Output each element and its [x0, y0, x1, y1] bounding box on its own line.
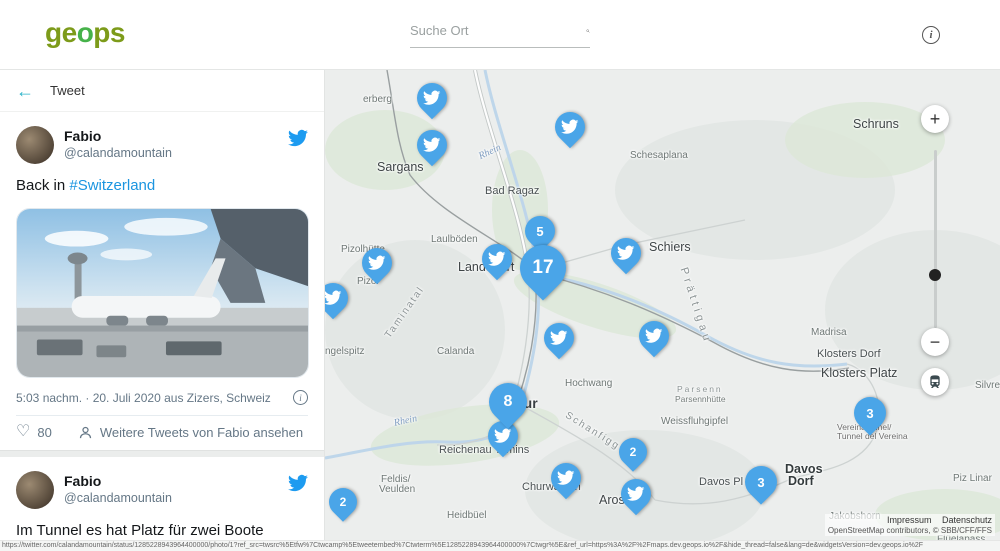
- tweet-marker[interactable]: [549, 106, 591, 148]
- info-icon[interactable]: i: [293, 390, 308, 405]
- search-input[interactable]: [410, 23, 586, 38]
- zoom-slider-track[interactable]: [934, 150, 937, 328]
- tweet-marker[interactable]: [605, 232, 647, 274]
- twitter-bird-icon[interactable]: [288, 473, 308, 493]
- map-markers-layer: 517 8 2 3 3 2: [325, 70, 1000, 551]
- person-icon: [78, 425, 93, 440]
- like-count: 80: [37, 425, 51, 440]
- tweet-card: Fabio @calandamountain Im Tunnel es hat …: [0, 457, 324, 551]
- tweet-marker[interactable]: [325, 277, 354, 319]
- airport-photo-illustration: [17, 209, 308, 377]
- cluster-count: 2: [329, 488, 357, 516]
- impressum-link[interactable]: Impressum: [887, 515, 932, 525]
- tweet-photo[interactable]: [16, 208, 309, 378]
- twitter-bird-icon: [417, 130, 447, 160]
- tweet-text: Back in #Switzerland: [16, 176, 308, 196]
- author-name: Fabio: [64, 128, 278, 144]
- hashtag-link[interactable]: #Switzerland: [69, 177, 155, 194]
- twitter-bird-icon[interactable]: [288, 128, 308, 148]
- card-separator: [0, 450, 324, 457]
- datenschutz-link[interactable]: Datenschutz: [942, 515, 992, 525]
- tweet-text: Im Tunnel es hat Platz für zwei Boote: [16, 521, 308, 541]
- twitter-bird-icon: [325, 283, 348, 313]
- cluster-count: 8: [489, 383, 527, 421]
- author-handle: @calandamountain: [64, 146, 278, 160]
- author-name: Fabio: [64, 473, 278, 489]
- panel-title: Tweet: [50, 83, 85, 98]
- info-icon[interactable]: i: [922, 26, 940, 44]
- tweet-card: Fabio @calandamountain Back in #Switzerl…: [0, 112, 324, 450]
- like-button[interactable]: ♡ 80: [16, 424, 52, 440]
- twitter-bird-icon: [482, 244, 512, 274]
- cluster-count: 5: [525, 216, 555, 246]
- author-handle: @calandamountain: [64, 491, 278, 505]
- status-url: https://twitter.com/calandamountain/stat…: [0, 541, 1000, 551]
- twitter-bird-icon: [621, 479, 651, 509]
- map-attribution: Impressum Datenschutz OpenStreetMap cont…: [825, 514, 995, 536]
- tweet-timestamp: 5:03 nachm. · 20. Juli 2020 aus Zizers, …: [16, 391, 271, 405]
- cluster-count: 3: [854, 397, 886, 429]
- zoom-in-button[interactable]: +: [921, 105, 949, 133]
- tweet-marker[interactable]: [476, 238, 518, 280]
- tweet-panel: ← Tweet Fabio @calandamountain Back in #…: [0, 70, 325, 551]
- cluster-count: 2: [619, 438, 647, 466]
- twitter-bird-icon: [488, 421, 518, 451]
- tweet-cluster-marker[interactable]: 3: [847, 390, 892, 435]
- zoom-out-button[interactable]: −: [921, 328, 949, 356]
- tweet-cluster-marker[interactable]: 3: [738, 459, 783, 504]
- tweet-marker[interactable]: [411, 124, 453, 166]
- train-icon: [927, 374, 943, 390]
- tweet-marker[interactable]: [633, 315, 675, 357]
- logo-text: ge: [45, 17, 77, 48]
- twitter-bird-icon: [611, 238, 641, 268]
- transit-layer-button[interactable]: [921, 368, 949, 396]
- avatar: [16, 471, 54, 509]
- cluster-count: 3: [745, 466, 777, 498]
- tweetmap-app: geops i ← Tweet Fabio @calandamountain B…: [0, 0, 1000, 551]
- heart-icon: ♡: [16, 424, 30, 440]
- tweet-marker[interactable]: [538, 317, 580, 359]
- cluster-count: 17: [520, 245, 566, 291]
- search-box: [410, 14, 590, 48]
- app-header: geops i: [0, 0, 1000, 70]
- divider: [16, 415, 308, 416]
- tweet-marker[interactable]: [615, 473, 657, 515]
- twitter-bird-icon: [555, 112, 585, 142]
- more-tweets-link[interactable]: Weitere Tweets von Fabio ansehen: [78, 425, 303, 440]
- back-arrow-icon[interactable]: ←: [16, 82, 34, 100]
- twitter-bird-icon: [639, 321, 669, 351]
- avatar: [16, 126, 54, 164]
- tweet-marker[interactable]: [545, 457, 587, 499]
- twitter-bird-icon: [544, 323, 574, 353]
- tweet-marker[interactable]: [356, 242, 398, 284]
- zoom-slider-handle[interactable]: [929, 269, 941, 281]
- twitter-bird-icon: [417, 83, 447, 113]
- attribution-copyright: OpenStreetMap contributors, © SBB/CFF/FF…: [828, 526, 992, 535]
- search-icon[interactable]: [586, 23, 590, 39]
- status-bar: https://twitter.com/calandamountain/stat…: [0, 540, 1000, 551]
- tweet-cluster-marker[interactable]: 2: [325, 482, 363, 522]
- map-canvas[interactable]: erbergSchrunsSargansRheinBad RagazSchesa…: [325, 70, 1000, 551]
- panel-header: ← Tweet: [0, 70, 324, 112]
- tweet-cluster-marker[interactable]: 17: [510, 235, 575, 300]
- tweet-cluster-marker[interactable]: 8: [481, 375, 535, 429]
- twitter-bird-icon: [551, 463, 581, 493]
- tweet-marker[interactable]: [411, 77, 453, 119]
- tweet-cluster-marker[interactable]: 2: [613, 432, 653, 472]
- twitter-bird-icon: [362, 248, 392, 278]
- geops-logo[interactable]: geops: [45, 17, 125, 49]
